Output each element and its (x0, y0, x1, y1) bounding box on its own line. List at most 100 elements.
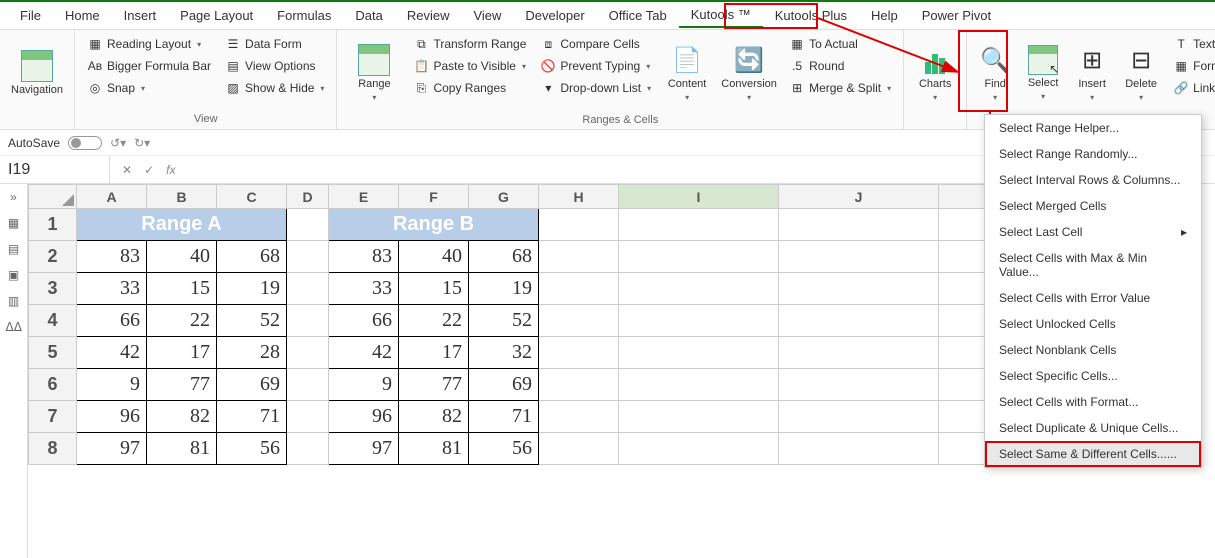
cell-C4[interactable]: 52 (217, 305, 287, 337)
tab-page-layout[interactable]: Page Layout (168, 4, 265, 27)
cell-E3[interactable]: 33 (329, 273, 399, 305)
transform-range-button[interactable]: ⧉Transform Range (409, 34, 530, 54)
cell-I5[interactable] (619, 337, 779, 369)
tab-file[interactable]: File (8, 4, 53, 27)
col-header-I[interactable]: I (619, 185, 779, 209)
menu-item[interactable]: Select Cells with Max & Min Value... (985, 245, 1201, 285)
menu-item[interactable]: Select Range Randomly... (985, 141, 1201, 167)
menu-item[interactable]: Select Duplicate & Unique Cells... (985, 415, 1201, 441)
cell-H4[interactable] (539, 305, 619, 337)
menu-item[interactable]: Select Nonblank Cells (985, 337, 1201, 363)
snap-button[interactable]: ◎Snap▾ (83, 78, 215, 98)
cell-H2[interactable] (539, 241, 619, 273)
column-icon[interactable]: ▥ (6, 294, 22, 310)
cell-F3[interactable]: 15 (399, 273, 469, 305)
insert-button[interactable]: ⊞ Insert ▾ (1071, 34, 1113, 112)
row-header-1[interactable]: 1 (29, 209, 77, 241)
cell-A3[interactable]: 33 (77, 273, 147, 305)
cancel-formula-icon[interactable]: ✕ (122, 163, 132, 177)
fx-icon[interactable]: fx (166, 163, 175, 177)
menu-item[interactable]: Select Specific Cells... (985, 363, 1201, 389)
tab-developer[interactable]: Developer (513, 4, 596, 27)
cell-E4[interactable]: 66 (329, 305, 399, 337)
cell-A7[interactable]: 96 (77, 401, 147, 433)
cell-D7[interactable] (287, 401, 329, 433)
row-header-6[interactable]: 6 (29, 369, 77, 401)
cell-J1[interactable] (779, 209, 939, 241)
tab-review[interactable]: Review (395, 4, 462, 27)
cell-A6[interactable]: 9 (77, 369, 147, 401)
format-button[interactable]: ▦Format▾ (1169, 56, 1215, 76)
cell-D6[interactable] (287, 369, 329, 401)
name-box[interactable]: I19 (0, 156, 110, 184)
cell-I3[interactable] (619, 273, 779, 305)
row-header-2[interactable]: 2 (29, 241, 77, 273)
cell-F2[interactable]: 40 (399, 241, 469, 273)
cell-F7[interactable]: 82 (399, 401, 469, 433)
row-header-4[interactable]: 4 (29, 305, 77, 337)
cell-B8[interactable]: 81 (147, 433, 217, 465)
cell-J6[interactable] (779, 369, 939, 401)
find-button[interactable]: 🔍 Find ▾ (975, 34, 1015, 112)
cell-J2[interactable] (779, 241, 939, 273)
cell-B5[interactable]: 17 (147, 337, 217, 369)
redo-button[interactable]: ↻▾ (134, 136, 150, 150)
paste-visible-button[interactable]: 📋Paste to Visible▾ (409, 56, 530, 76)
cell-H5[interactable] (539, 337, 619, 369)
compare-cells-button[interactable]: ⧈Compare Cells (536, 34, 655, 54)
cell-A1[interactable]: Range A (77, 209, 287, 241)
col-header-E[interactable]: E (329, 185, 399, 209)
cell-I8[interactable] (619, 433, 779, 465)
charts-button[interactable]: Charts ▾ (912, 34, 958, 112)
cell-E8[interactable]: 97 (329, 433, 399, 465)
menu-item[interactable]: Select Cells with Error Value (985, 285, 1201, 311)
content-button[interactable]: 📄 Content ▾ (661, 34, 713, 112)
cell-C5[interactable]: 28 (217, 337, 287, 369)
menu-item[interactable]: Select Same & Different Cells...... (985, 441, 1201, 467)
menu-item[interactable]: Select Cells with Format... (985, 389, 1201, 415)
tab-kutools-plus[interactable]: Kutools Plus (763, 4, 859, 27)
cell-C3[interactable]: 19 (217, 273, 287, 305)
cell-I6[interactable] (619, 369, 779, 401)
tab-insert[interactable]: Insert (112, 4, 169, 27)
cell-B2[interactable]: 40 (147, 241, 217, 273)
range-button[interactable]: Range ▾ (345, 34, 403, 112)
cell-H3[interactable] (539, 273, 619, 305)
cell-G3[interactable]: 19 (469, 273, 539, 305)
confirm-formula-icon[interactable]: ✓ (144, 163, 154, 177)
reading-layout-button[interactable]: ▦Reading Layout▾ (83, 34, 215, 54)
col-header-F[interactable]: F (399, 185, 469, 209)
undo-button[interactable]: ↺▾ (110, 136, 126, 150)
cell-H1[interactable] (539, 209, 619, 241)
cell-E7[interactable]: 96 (329, 401, 399, 433)
to-actual-button[interactable]: ▦To Actual (785, 34, 895, 54)
cell-E5[interactable]: 42 (329, 337, 399, 369)
tab-office-tab[interactable]: Office Tab (597, 4, 679, 27)
cell-G7[interactable]: 71 (469, 401, 539, 433)
cell-J5[interactable] (779, 337, 939, 369)
cell-B4[interactable]: 22 (147, 305, 217, 337)
view-options-button[interactable]: ▤View Options (221, 56, 328, 76)
cell-H7[interactable] (539, 401, 619, 433)
col-header-B[interactable]: B (147, 185, 217, 209)
cell-H8[interactable] (539, 433, 619, 465)
cell-I7[interactable] (619, 401, 779, 433)
autotext-icon[interactable]: ▤ (6, 242, 22, 258)
cell-G5[interactable]: 32 (469, 337, 539, 369)
conversion-button[interactable]: 🔄 Conversion ▾ (719, 34, 779, 112)
tab-help[interactable]: Help (859, 4, 910, 27)
col-header-C[interactable]: C (217, 185, 287, 209)
cell-A5[interactable]: 42 (77, 337, 147, 369)
bigger-formula-button[interactable]: AʙBigger Formula Bar (83, 56, 215, 76)
cell-J7[interactable] (779, 401, 939, 433)
spreadsheet-grid[interactable]: ABCDEFGHIJK1Range ARange B28340688340683… (28, 184, 1049, 465)
cell-G2[interactable]: 68 (469, 241, 539, 273)
cell-D1[interactable] (287, 209, 329, 241)
row-header-3[interactable]: 3 (29, 273, 77, 305)
cell-I1[interactable] (619, 209, 779, 241)
col-header-A[interactable]: A (77, 185, 147, 209)
cell-A8[interactable]: 97 (77, 433, 147, 465)
cell-F8[interactable]: 81 (399, 433, 469, 465)
cell-C7[interactable]: 71 (217, 401, 287, 433)
show-hide-button[interactable]: ▨Show & Hide▾ (221, 78, 328, 98)
